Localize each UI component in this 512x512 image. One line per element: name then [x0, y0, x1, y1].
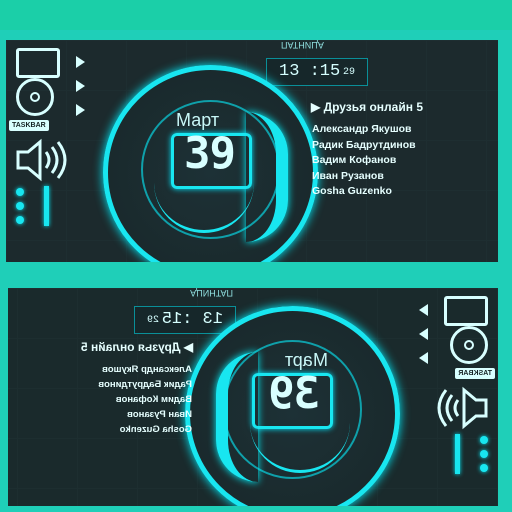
- header-caption: ПАТНИЦА: [190, 288, 233, 298]
- friend-item[interactable]: Радик Бадрутдинов: [312, 138, 416, 154]
- clock-time: 13 :15: [161, 310, 223, 329]
- friends-count: 5: [416, 100, 424, 114]
- day-number: 39: [184, 128, 236, 179]
- friends-list: Александр Якушов Радик Бадрутдинов Вадим…: [312, 122, 416, 200]
- friend-item[interactable]: Gosha Guzenko: [98, 422, 192, 437]
- friends-count: 5: [80, 340, 88, 354]
- clock-display: 13 :15 29: [134, 306, 236, 334]
- friends-online-title[interactable]: ▶ Друзья онлайн 5: [81, 340, 193, 354]
- clock-display: 13 :15 29: [266, 58, 368, 86]
- speaker-icon[interactable]: [432, 386, 490, 434]
- widget-panel-mirrored: ПАТНИЦА TASKBAR 13 :15 29 Март 39 ▶ Друз…: [8, 288, 498, 506]
- play-arrow-icon: ▶: [180, 340, 193, 354]
- friends-list: Александр Якушов Радик Бадрутдинов Вадим…: [98, 362, 192, 437]
- friend-item[interactable]: Александр Якушов: [98, 362, 192, 377]
- clock-time: 13 :15: [279, 62, 341, 81]
- volume-bar[interactable]: [455, 434, 460, 474]
- widget-panel-top: ПАТНИЦА TASKBAR 13 :15 29 Март 39 ▶ Друз…: [6, 40, 498, 262]
- play-arrow-icon[interactable]: [76, 80, 85, 92]
- separator-strip: [0, 263, 512, 285]
- disc-icon[interactable]: [16, 78, 54, 116]
- volume-bar[interactable]: [44, 186, 49, 226]
- taskbar-label[interactable]: TASKBAR: [9, 120, 49, 131]
- play-arrow-icon[interactable]: [419, 328, 428, 340]
- play-arrow-icon[interactable]: [76, 56, 85, 68]
- clock-seconds: 29: [343, 67, 356, 78]
- day-number: 39: [269, 368, 320, 419]
- friend-item[interactable]: Иван Рузанов: [312, 169, 416, 185]
- play-arrow-icon: ▶: [311, 100, 324, 114]
- friend-item[interactable]: Вадим Кофанов: [312, 153, 416, 169]
- friends-online-title[interactable]: ▶ Друзья онлайн 5: [311, 100, 423, 114]
- taskbar-label[interactable]: TASKBAR: [455, 368, 495, 379]
- play-arrow-icon[interactable]: [419, 352, 428, 364]
- friend-item[interactable]: Gosha Guzenko: [312, 184, 416, 200]
- volume-dots: [480, 433, 488, 478]
- ipod-icon[interactable]: [444, 296, 488, 326]
- friend-item[interactable]: Александр Якушов: [312, 122, 416, 138]
- play-arrow-icon[interactable]: [419, 304, 428, 316]
- play-arrow-icon[interactable]: [76, 104, 85, 116]
- header-caption: ПАТНИЦА: [281, 40, 324, 50]
- speaker-icon[interactable]: [14, 138, 72, 186]
- clock-seconds: 29: [146, 315, 159, 326]
- ipod-icon[interactable]: [16, 48, 60, 78]
- top-background-strip: [0, 0, 512, 30]
- friend-item[interactable]: Радик Бадрутдинов: [98, 377, 192, 392]
- friend-item[interactable]: Вадим Кофанов: [98, 392, 192, 407]
- volume-dots: [16, 185, 24, 230]
- friend-item[interactable]: Иван Рузанов: [98, 407, 192, 422]
- disc-icon[interactable]: [450, 326, 488, 364]
